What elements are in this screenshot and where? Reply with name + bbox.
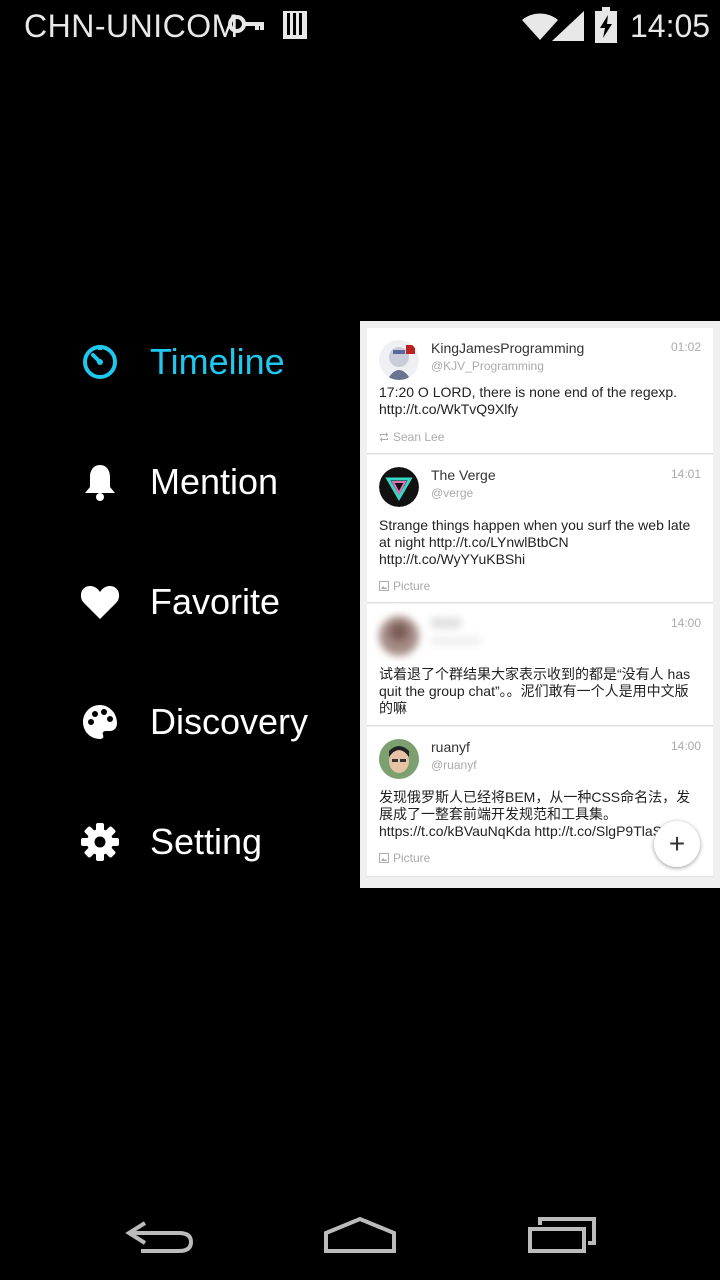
avatar[interactable] <box>379 467 419 507</box>
tweet-author-handle: @verge <box>431 486 474 500</box>
tweet-author-name: KingJamesProgramming <box>431 340 585 356</box>
recents-button[interactable] <box>512 1205 612 1265</box>
picture-icon <box>379 581 389 591</box>
attachment-label: Picture <box>393 579 431 593</box>
home-icon <box>324 1216 396 1253</box>
tweet-meta[interactable]: Picture <box>379 851 430 865</box>
tweet-author-name: ruanyf <box>431 739 470 755</box>
tweet-time: 14:00 <box>670 616 701 630</box>
sd-card-icon <box>282 10 308 45</box>
tweet-meta[interactable]: Picture <box>379 579 430 593</box>
blurred-author-handle <box>431 637 481 645</box>
recents-icon <box>528 1217 596 1253</box>
timeline-preview[interactable]: KingJamesProgramming @KJV_Programming 01… <box>360 321 720 888</box>
signal-icon <box>550 9 586 48</box>
menu-item-label: Setting <box>150 821 263 862</box>
tweet-time: 14:00 <box>670 739 701 753</box>
tweet-time: 14:01 <box>670 467 701 481</box>
carrier-name: CHN-UNICOM <box>24 8 239 44</box>
menu-item-mention[interactable]: Mention <box>0 422 350 542</box>
tweet-text: Strange things happen when you surf the … <box>379 517 691 567</box>
tweet-card[interactable]: KingJamesProgramming @KJV_Programming 01… <box>367 328 713 454</box>
picture-icon <box>379 853 389 863</box>
menu-item-favorite[interactable]: Favorite <box>0 542 350 662</box>
avatar[interactable] <box>379 340 419 380</box>
menu-item-discovery[interactable]: Discovery <box>0 662 350 782</box>
menu-item-label: Timeline <box>150 341 285 382</box>
back-button[interactable] <box>110 1205 210 1265</box>
back-icon <box>125 1221 194 1253</box>
clock: 14:05 <box>630 8 711 44</box>
tweet-author-handle: @KJV_Programming <box>431 359 544 373</box>
vpn-key-icon <box>228 12 266 41</box>
avatar[interactable] <box>379 739 419 779</box>
menu-item-label: Favorite <box>150 581 281 622</box>
tweet-text: 试着退了个群结果大家表示收到的都是“没有人 has quit the group… <box>379 666 691 716</box>
menu-item-setting[interactable]: Setting <box>0 782 350 902</box>
tweet-card[interactable]: 14:00 试着退了个群结果大家表示收到的都是“没有人 has quit the… <box>367 604 713 726</box>
bell-icon <box>80 462 120 502</box>
status-bar: CHN-UNICOM 14:05 <box>0 0 720 50</box>
battery-charging-icon <box>594 7 618 48</box>
timeline-icon <box>80 342 120 382</box>
compose-button[interactable]: + <box>654 821 700 867</box>
menu-item-timeline[interactable]: Timeline <box>0 302 350 422</box>
heart-icon <box>80 582 120 622</box>
palette-icon <box>80 702 120 742</box>
home-button[interactable] <box>310 1205 410 1265</box>
avatar[interactable] <box>379 616 419 656</box>
tweet-meta: Sean Lee <box>379 430 444 444</box>
tweet-author-name: The Verge <box>431 467 496 483</box>
tweet-text: 发现俄罗斯人已经将BEM，从一种CSS命名法，发展成了一整套前端开发规范和工具集… <box>379 789 691 839</box>
tweet-card[interactable]: The Verge @verge 14:01 Strange things ha… <box>367 455 713 603</box>
retweet-icon <box>380 432 388 442</box>
tweet-text: 17:20 O LORD, there is none end of the r… <box>379 384 678 417</box>
attachment-label: Picture <box>393 851 431 865</box>
blurred-author-name <box>431 618 461 628</box>
retweeted-by: Sean Lee <box>393 430 445 444</box>
menu-item-label: Mention <box>150 461 279 502</box>
tweet-time: 01:02 <box>670 340 701 354</box>
gear-icon <box>80 822 120 862</box>
system-nav-bar <box>0 1185 720 1280</box>
menu-item-label: Discovery <box>150 701 309 742</box>
tweet-author-handle: @ruanyf <box>431 758 477 772</box>
